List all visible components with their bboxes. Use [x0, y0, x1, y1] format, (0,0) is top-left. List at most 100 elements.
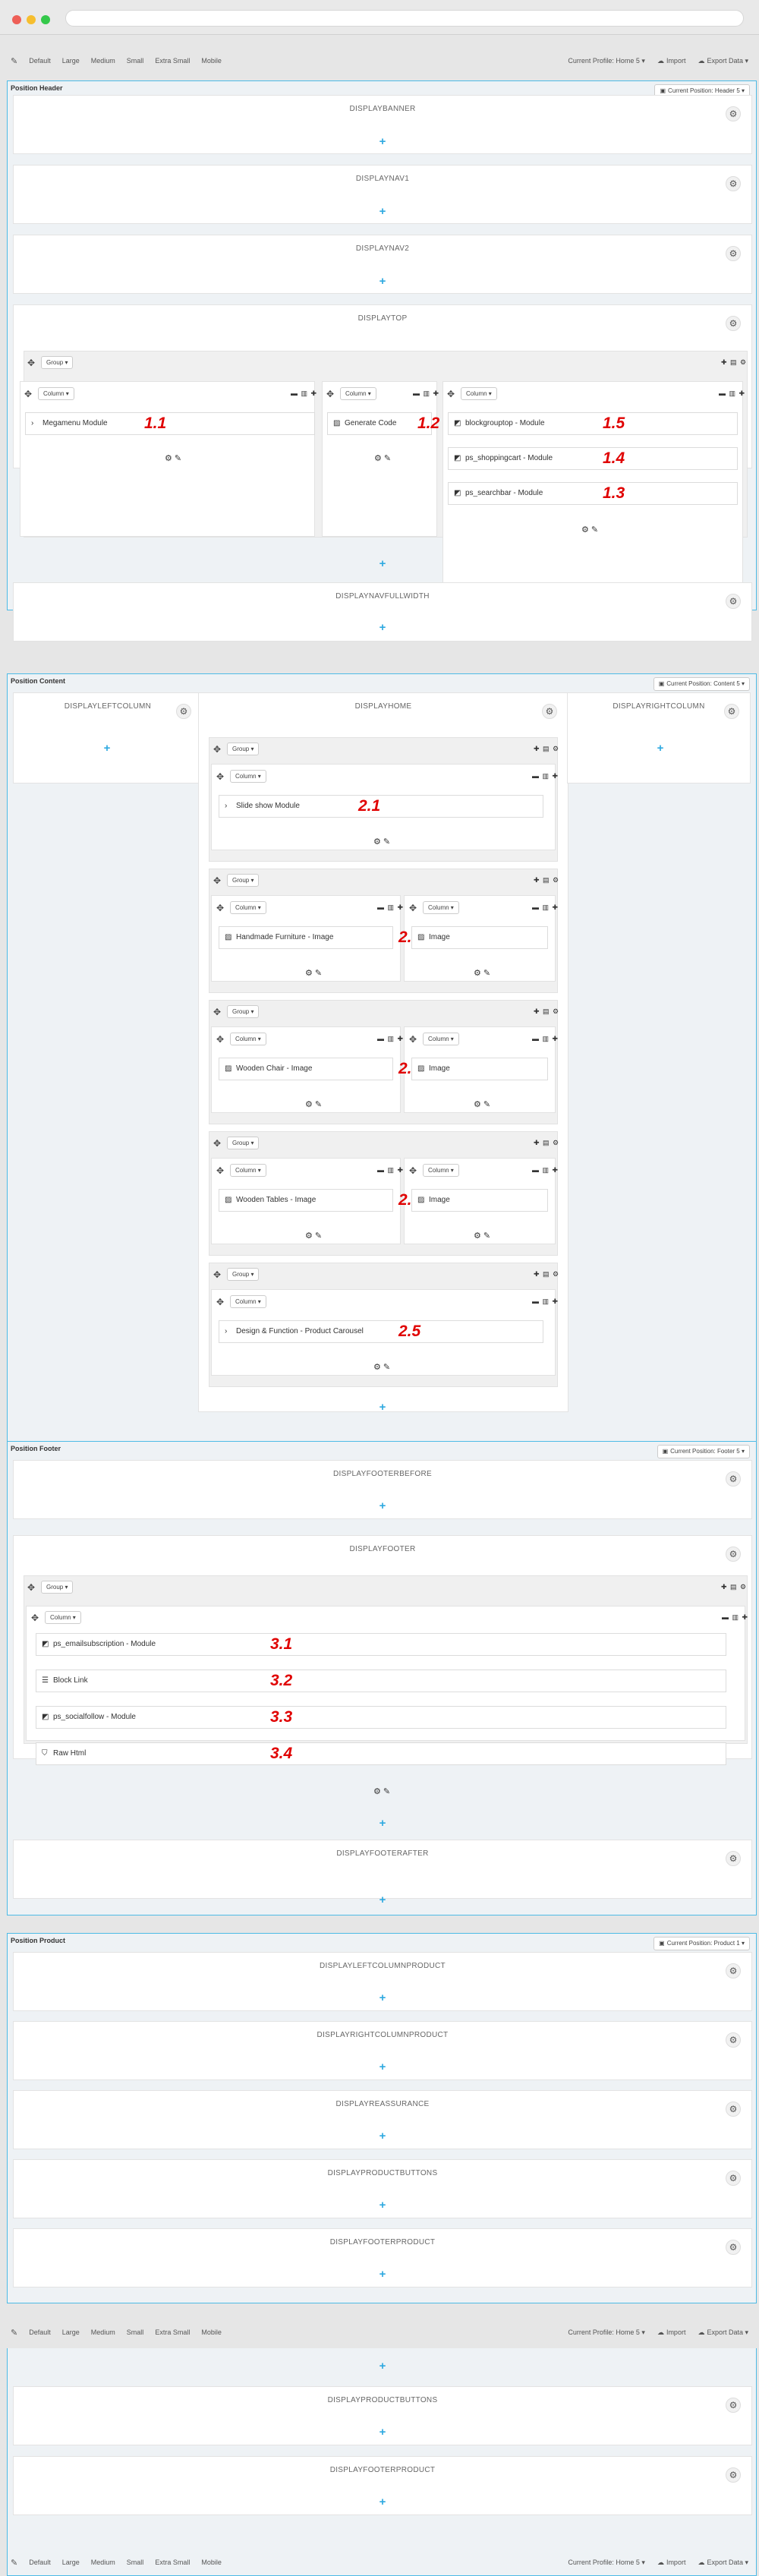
column-dropdown[interactable]: Column ▾ — [230, 1295, 266, 1308]
position-selector[interactable]: ▣ Current Position: Footer 5 ▾ — [657, 1445, 750, 1458]
module-item[interactable]: ◩ ps_shoppingcart - Module — [448, 447, 738, 470]
address-bar[interactable] — [65, 10, 744, 27]
edit-module-icon[interactable]: ⚙ ✎ — [373, 1786, 390, 1796]
move-column-icon[interactable]: ✥ — [31, 1613, 39, 1622]
edit-module-icon[interactable]: ⚙ ✎ — [373, 1362, 390, 1372]
profile-selector[interactable]: Current Profile: Home 5 ▾ — [568, 2559, 645, 2567]
add-icon[interactable]: + — [377, 1818, 388, 1830]
edit-module-icon[interactable]: ⚙ ✎ — [374, 453, 391, 463]
edit-module-icon[interactable]: ⚙ ✎ — [305, 1099, 322, 1109]
gear-icon[interactable]: ⚙ — [726, 2467, 741, 2483]
device-option-3[interactable]: Small — [127, 57, 144, 65]
edit-icon[interactable]: ✎ — [11, 2328, 17, 2338]
module-item[interactable]: ▨ Image — [411, 1189, 548, 1212]
move-group-icon[interactable]: ✥ — [27, 358, 35, 367]
group-dropdown[interactable]: Group ▾ — [227, 874, 260, 887]
module-item[interactable]: ▨ Wooden Tables - Image — [219, 1189, 393, 1212]
add-icon[interactable]: + — [377, 2496, 388, 2508]
group-dropdown[interactable]: Group ▾ — [227, 743, 260, 755]
move-column-icon[interactable]: ✥ — [326, 389, 334, 399]
move-column-icon[interactable]: ✥ — [409, 903, 417, 913]
gear-icon[interactable]: ⚙ — [726, 176, 741, 191]
module-item[interactable]: › Megamenu Module — [25, 412, 315, 435]
move-column-icon[interactable]: ✥ — [447, 389, 455, 399]
module-item[interactable]: ▨ Image — [411, 1058, 548, 1080]
column-dropdown[interactable]: Column ▾ — [38, 387, 74, 400]
group-controls-icon[interactable]: ✚ ▤ ⚙ — [721, 358, 747, 367]
column-controls-icon[interactable]: ▬ ▥ ✚ — [291, 389, 317, 398]
close-window-button[interactable] — [12, 15, 21, 24]
column-controls-icon[interactable]: ▬ ▥ ✚ — [719, 389, 745, 398]
profile-selector[interactable]: Current Profile: Home 5 ▾ — [568, 2328, 645, 2337]
column-controls-icon[interactable]: ▬ ▥ ✚ — [532, 1035, 559, 1043]
move-group-icon[interactable]: ✥ — [213, 745, 221, 754]
group-controls-icon[interactable]: ✚ ▤ ⚙ — [534, 1139, 559, 1147]
column-dropdown[interactable]: Column ▾ — [230, 1033, 266, 1045]
device-option-2[interactable]: Medium — [91, 2559, 115, 2566]
module-item[interactable]: ☰ Block Link — [36, 1670, 726, 1692]
add-icon[interactable]: + — [377, 558, 388, 570]
column-controls-icon[interactable]: ▬ ▥ ✚ — [413, 389, 439, 398]
gear-icon[interactable]: ⚙ — [726, 1963, 741, 1979]
group-dropdown[interactable]: Group ▾ — [227, 1137, 260, 1149]
position-selector[interactable]: ▣ Current Position: Product 1 ▾ — [653, 1937, 750, 1950]
add-icon[interactable]: + — [102, 743, 112, 755]
gear-icon[interactable]: ⚙ — [726, 594, 741, 609]
device-option-1[interactable]: Large — [62, 2559, 80, 2566]
module-item[interactable]: ▨ Handmade Furniture - Image — [219, 926, 393, 949]
module-item[interactable]: › Slide show Module — [219, 795, 543, 818]
maximize-window-button[interactable] — [41, 15, 50, 24]
move-column-icon[interactable]: ✥ — [216, 903, 224, 913]
device-option-0[interactable]: Default — [29, 2559, 51, 2566]
add-icon[interactable]: + — [377, 1500, 388, 1512]
group-dropdown[interactable]: Group ▾ — [227, 1268, 260, 1281]
move-column-icon[interactable]: ✥ — [216, 772, 224, 781]
gear-icon[interactable]: ⚙ — [726, 2032, 741, 2048]
gear-icon[interactable]: ⚙ — [724, 704, 739, 719]
module-item[interactable]: ▨ Image — [411, 926, 548, 949]
column-controls-icon[interactable]: ▬ ▥ ✚ — [532, 772, 559, 780]
module-item[interactable]: ◩ blockgrouptop - Module — [448, 412, 738, 435]
add-icon[interactable]: + — [377, 2426, 388, 2439]
add-icon[interactable]: + — [377, 1992, 388, 2004]
module-item[interactable]: ◩ ps_emailsubscription - Module — [36, 1633, 726, 1656]
add-icon[interactable]: + — [377, 2269, 388, 2281]
gear-icon[interactable]: ⚙ — [726, 246, 741, 261]
module-item[interactable]: ⛉ Raw Html — [36, 1742, 726, 1765]
move-column-icon[interactable]: ✥ — [409, 1166, 417, 1175]
add-icon[interactable]: + — [377, 2130, 388, 2142]
column-dropdown[interactable]: Column ▾ — [230, 1164, 266, 1177]
group-dropdown[interactable]: Group ▾ — [41, 1581, 74, 1594]
move-group-icon[interactable]: ✥ — [213, 876, 221, 885]
move-column-icon[interactable]: ✥ — [216, 1035, 224, 1044]
device-option-5[interactable]: Mobile — [201, 57, 222, 65]
gear-icon[interactable]: ⚙ — [726, 2240, 741, 2255]
device-option-4[interactable]: Extra Small — [155, 2328, 190, 2336]
add-icon[interactable]: + — [377, 276, 388, 288]
column-dropdown[interactable]: Column ▾ — [230, 770, 266, 783]
device-option-3[interactable]: Small — [127, 2559, 144, 2566]
position-selector[interactable]: ▣ Current Position: Content 5 ▾ — [653, 677, 750, 691]
edit-module-icon[interactable]: ⚙ ✎ — [305, 1231, 322, 1241]
export-button[interactable]: ☁ Export Data ▾ — [698, 57, 748, 65]
device-option-2[interactable]: Medium — [91, 57, 115, 65]
move-column-icon[interactable]: ✥ — [216, 1297, 224, 1307]
device-option-4[interactable]: Extra Small — [155, 2559, 190, 2566]
profile-selector[interactable]: Current Profile: Home 5 ▾ — [568, 57, 645, 65]
edit-module-icon[interactable]: ⚙ ✎ — [474, 968, 490, 978]
device-option-2[interactable]: Medium — [91, 2328, 115, 2336]
minimize-window-button[interactable] — [27, 15, 36, 24]
column-dropdown[interactable]: Column ▾ — [423, 901, 459, 914]
group-controls-icon[interactable]: ✚ ▤ ⚙ — [534, 745, 559, 753]
group-controls-icon[interactable]: ✚ ▤ ⚙ — [534, 1007, 559, 1016]
move-group-icon[interactable]: ✥ — [213, 1007, 221, 1017]
edit-module-icon[interactable]: ⚙ ✎ — [581, 525, 598, 534]
gear-icon[interactable]: ⚙ — [726, 106, 741, 121]
column-dropdown[interactable]: Column ▾ — [230, 901, 266, 914]
column-controls-icon[interactable]: ▬ ▥ ✚ — [532, 903, 559, 912]
column-dropdown[interactable]: Column ▾ — [423, 1164, 459, 1177]
move-column-icon[interactable]: ✥ — [409, 1035, 417, 1044]
move-column-icon[interactable]: ✥ — [24, 389, 32, 399]
module-item[interactable]: ▨ Wooden Chair - Image — [219, 1058, 393, 1080]
gear-icon[interactable]: ⚙ — [542, 704, 557, 719]
